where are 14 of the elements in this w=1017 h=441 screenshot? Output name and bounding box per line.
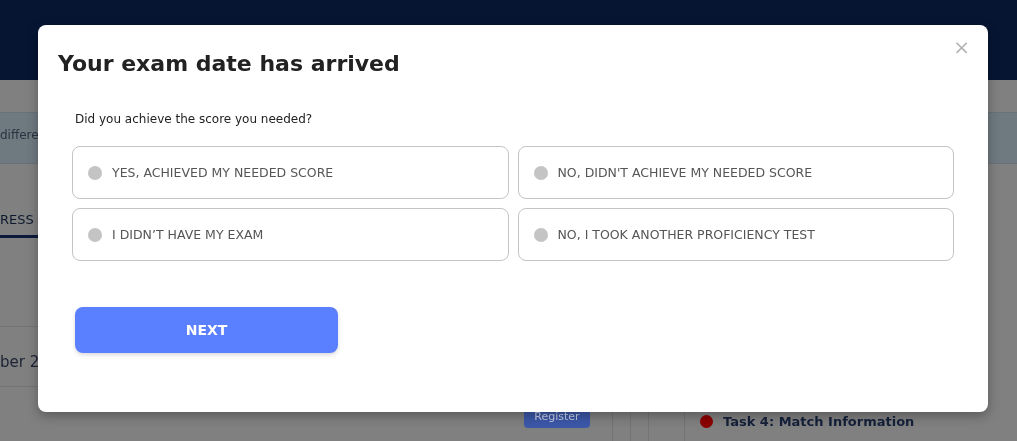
radio-icon	[533, 165, 548, 180]
answer-option[interactable]: NO, I TOOK ANOTHER PROFICIENCY TEST	[517, 208, 954, 261]
row-text: ber 2	[0, 353, 40, 371]
task-label[interactable]: Task 4: Match Information	[723, 414, 915, 429]
question-text: Did you achieve the score you needed?	[75, 112, 314, 126]
answer-option[interactable]: NO, DIDN'T ACHIEVE MY NEEDED SCORE	[517, 146, 954, 199]
banner-text: differe	[0, 128, 39, 142]
radio-icon	[88, 227, 102, 242]
answer-option[interactable]: YES, ACHIEVED MY NEEDED SCORE	[72, 146, 509, 199]
radio-icon	[533, 227, 548, 242]
next-button[interactable]: NEXT	[75, 307, 338, 353]
radio-icon	[88, 165, 102, 180]
answer-option[interactable]: I DIDN’T HAVE MY EXAM	[72, 208, 509, 261]
dialog-title: Your exam date has arrived	[58, 51, 401, 76]
